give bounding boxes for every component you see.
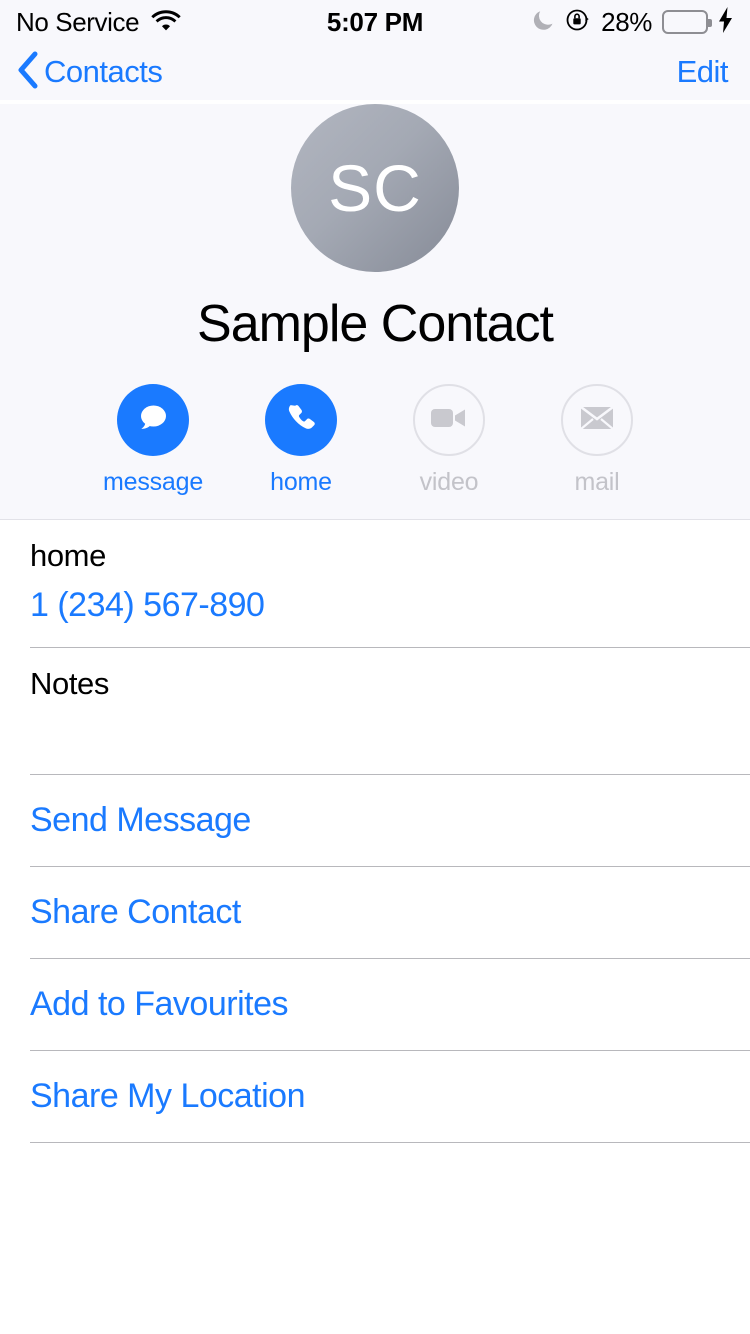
separator	[30, 1142, 750, 1143]
call-home-action-button[interactable]: home	[255, 384, 347, 497]
video-camera-icon	[429, 404, 469, 437]
mail-action-button[interactable]: mail	[551, 384, 643, 497]
phone-handset-icon	[283, 400, 319, 441]
notes-field-row[interactable]: Notes	[0, 648, 750, 774]
phone-field-row[interactable]: home 1 (234) 567-890	[0, 520, 750, 647]
quick-actions-row: message home video mail	[0, 384, 750, 497]
edit-button[interactable]: Edit	[677, 54, 729, 90]
lightning-bolt-icon	[718, 6, 734, 38]
share-my-location-row[interactable]: Share My Location	[0, 1051, 750, 1142]
status-bar-left: No Service	[16, 7, 181, 38]
avatar[interactable]: SC	[291, 104, 459, 272]
add-to-favourites-row[interactable]: Add to Favourites	[0, 959, 750, 1050]
battery-percent-label: 28%	[601, 6, 652, 37]
moon-icon	[533, 8, 555, 37]
mail-action-circle	[561, 384, 633, 456]
share-contact-row[interactable]: Share Contact	[0, 867, 750, 958]
contact-name: Sample Contact	[197, 295, 554, 353]
avatar-container: SC	[0, 104, 750, 272]
video-action-circle	[413, 384, 485, 456]
contact-header: SC Sample Contact message home video mai…	[0, 104, 750, 520]
message-action-circle	[117, 384, 189, 456]
detail-list: home 1 (234) 567-890 Notes Send Message …	[0, 520, 750, 1143]
envelope-icon	[579, 404, 615, 437]
status-bar-right: 28%	[533, 6, 734, 38]
message-action-button[interactable]: message	[103, 384, 203, 497]
status-bar: No Service 5:07 PM 28%	[0, 0, 750, 44]
send-message-row[interactable]: Send Message	[0, 775, 750, 866]
call-action-label: home	[270, 468, 332, 496]
carrier-label: No Service	[16, 6, 140, 37]
video-action-button[interactable]: video	[403, 384, 495, 497]
phone-number-value[interactable]: 1 (234) 567-890	[30, 586, 720, 625]
rotation-lock-icon	[565, 7, 591, 38]
wifi-icon	[151, 9, 181, 36]
video-action-label: video	[419, 468, 479, 496]
avatar-initials: SC	[328, 151, 422, 225]
back-label: Contacts	[44, 54, 163, 89]
message-bubble-icon	[135, 400, 171, 441]
phone-field-label: home	[30, 538, 106, 573]
back-to-contacts-button[interactable]: Contacts	[16, 51, 163, 94]
battery-icon	[662, 10, 712, 34]
contact-detail-screen: No Service 5:07 PM 28% Contacts Edit SC …	[0, 0, 750, 1334]
call-action-circle	[265, 384, 337, 456]
notes-field-label: Notes	[30, 666, 109, 701]
chevron-left-icon	[16, 51, 38, 94]
navigation-bar: Contacts Edit	[0, 44, 750, 100]
message-action-label: message	[102, 468, 204, 496]
mail-action-label: mail	[574, 468, 620, 496]
